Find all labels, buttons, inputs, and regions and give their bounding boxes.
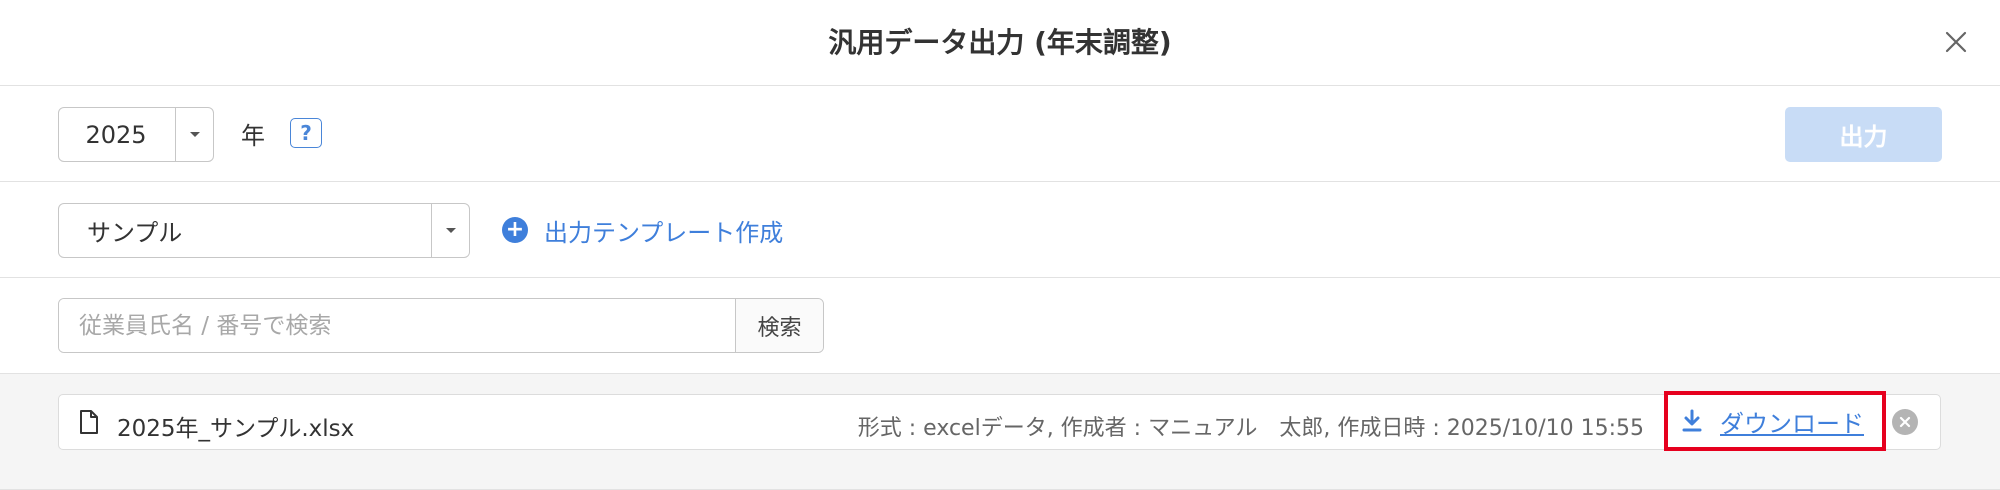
- download-link[interactable]: ダウンロード: [1720, 404, 1864, 439]
- year-row: 2025 年 ? 出力: [0, 86, 2000, 182]
- dialog-header: 汎用データ出力 (年末調整): [0, 0, 2000, 86]
- file-list: 2025年_サンプル.xlsx 形式 : excelデータ, 作成者 : マニュ…: [0, 374, 2000, 490]
- template-dropdown-toggle[interactable]: [431, 204, 469, 257]
- close-icon: [1899, 416, 1911, 428]
- remove-file-icon[interactable]: [1892, 409, 1918, 435]
- search-button[interactable]: 検索: [735, 299, 823, 352]
- output-button[interactable]: 出力: [1785, 107, 1942, 162]
- year-unit-label: 年: [241, 122, 265, 150]
- template-row: サンプル + 出力テンプレート作成: [0, 182, 2000, 278]
- year-select[interactable]: 2025: [58, 107, 214, 162]
- plus-circle-icon: +: [502, 217, 528, 243]
- template-value: サンプル: [87, 219, 183, 247]
- employee-search-input[interactable]: [59, 299, 735, 352]
- dialog-title: 汎用データ出力 (年末調整): [828, 26, 1172, 59]
- search-row: 検索: [0, 278, 2000, 374]
- download-highlight: ダウンロード: [1664, 391, 1886, 451]
- help-icon[interactable]: ?: [290, 118, 322, 148]
- file-icon: [80, 410, 98, 434]
- file-meta: 形式 : excelデータ, 作成者 : マニュアル 太郎, 作成日時 : 20…: [857, 416, 1644, 441]
- download-icon[interactable]: [1682, 409, 1702, 433]
- create-template-link[interactable]: + 出力テンプレート作成: [502, 208, 783, 252]
- close-icon: [1945, 31, 1967, 53]
- close-button[interactable]: [1934, 20, 1978, 64]
- file-name: 2025年_サンプル.xlsx: [117, 416, 355, 442]
- search-box: 検索: [58, 298, 824, 353]
- create-template-label: 出力テンプレート作成: [544, 218, 784, 247]
- file-item: 2025年_サンプル.xlsx 形式 : excelデータ, 作成者 : マニュ…: [58, 391, 1941, 451]
- chevron-down-icon: [445, 228, 456, 233]
- template-select[interactable]: サンプル: [58, 203, 470, 258]
- year-value: 2025: [85, 120, 147, 149]
- year-dropdown-toggle[interactable]: [175, 108, 213, 161]
- chevron-down-icon: [189, 132, 200, 137]
